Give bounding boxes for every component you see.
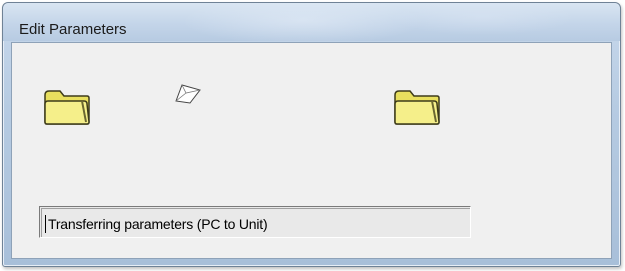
dialog-title: Edit Parameters (19, 21, 127, 38)
flying-paper-icon (175, 84, 201, 104)
destination-folder-icon (394, 90, 440, 125)
title-bar[interactable]: Edit Parameters (3, 3, 620, 41)
source-folder-icon (44, 90, 90, 125)
status-text: Transferring parameters (PC to Unit) (48, 216, 268, 232)
status-field-inset: Transferring parameters (PC to Unit) (41, 208, 470, 237)
text-caret (45, 215, 46, 233)
status-field: Transferring parameters (PC to Unit) (39, 206, 471, 238)
edit-parameters-dialog: Edit Parameters Transferring parameters … (2, 2, 621, 267)
dialog-client-area: Transferring parameters (PC to Unit) (11, 42, 612, 259)
